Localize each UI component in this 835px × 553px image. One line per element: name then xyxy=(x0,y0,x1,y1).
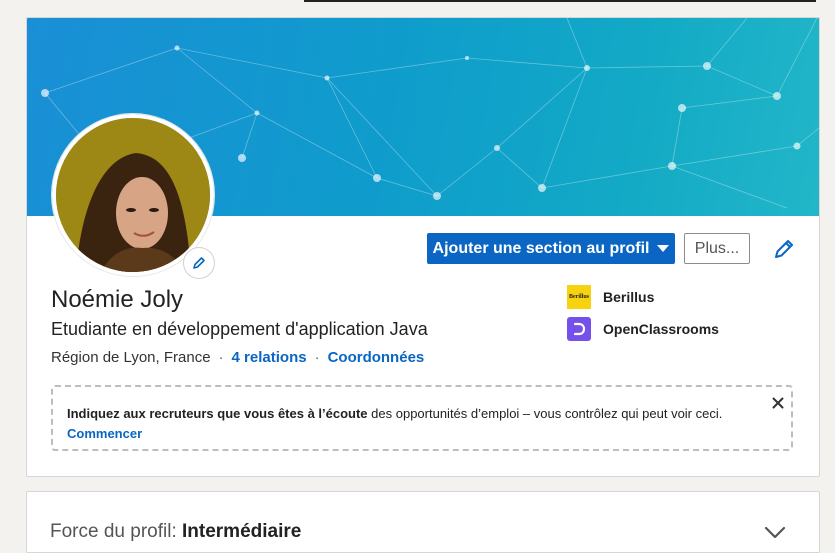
pencil-icon xyxy=(775,240,793,258)
openclassrooms-logo xyxy=(567,317,591,341)
strength-value: Intermédiaire xyxy=(182,521,302,542)
chevron-down-icon xyxy=(764,526,786,539)
openclassrooms-icon xyxy=(573,322,586,336)
separator-dot: · xyxy=(218,349,224,366)
profile-headline: Etudiante en développement d'application… xyxy=(51,319,428,339)
notice-rest-text: des opportunités d’emploi – vous contrôl… xyxy=(367,406,723,421)
profile-meta: Région de Lyon, France · 4 relations · C… xyxy=(51,349,424,366)
notice-bold-text: Indiquez aux recruteurs que vous êtes à … xyxy=(67,406,368,421)
edit-intro-button[interactable] xyxy=(770,235,798,263)
avatar-illustration xyxy=(56,118,210,272)
add-section-label: Ajouter une section au profil xyxy=(432,239,650,257)
top-strip xyxy=(0,0,835,8)
company-berillus[interactable]: Berillus Berillus xyxy=(567,285,654,309)
company-name: Berillus xyxy=(603,289,655,305)
expand-strength-button[interactable] xyxy=(764,526,786,540)
company-openclassrooms[interactable]: OpenClassrooms xyxy=(567,317,719,341)
add-section-button[interactable]: Ajouter une section au profil xyxy=(427,233,675,264)
contact-info-link[interactable]: Coordonnées xyxy=(328,349,425,366)
top-divider xyxy=(304,0,816,2)
profile-name: Noémie Joly xyxy=(51,286,184,313)
profile-strength-card: Force du profil: Intermédiaire xyxy=(26,491,820,553)
notice-start-link[interactable]: Commencer xyxy=(67,424,142,444)
profile-location: Région de Lyon, France xyxy=(51,349,211,366)
more-button[interactable]: Plus... xyxy=(684,233,750,264)
strength-label: Force du profil: xyxy=(50,521,182,542)
close-icon xyxy=(772,397,784,409)
caret-down-icon xyxy=(657,245,670,252)
company-name: OpenClassrooms xyxy=(603,321,719,337)
separator-dot: · xyxy=(314,349,320,366)
relations-link[interactable]: 4 relations xyxy=(232,349,307,366)
notice-close-button[interactable] xyxy=(770,395,786,411)
profile-card: Ajouter une section au profil Plus... No… xyxy=(26,17,820,477)
edit-photo-button[interactable] xyxy=(184,248,214,278)
notice-text: Indiquez aux recruteurs que vous êtes à … xyxy=(67,404,767,424)
pencil-icon xyxy=(193,257,205,269)
open-to-work-notice: Indiquez aux recruteurs que vous êtes à … xyxy=(51,385,793,451)
berillus-logo: Berillus xyxy=(567,285,591,309)
